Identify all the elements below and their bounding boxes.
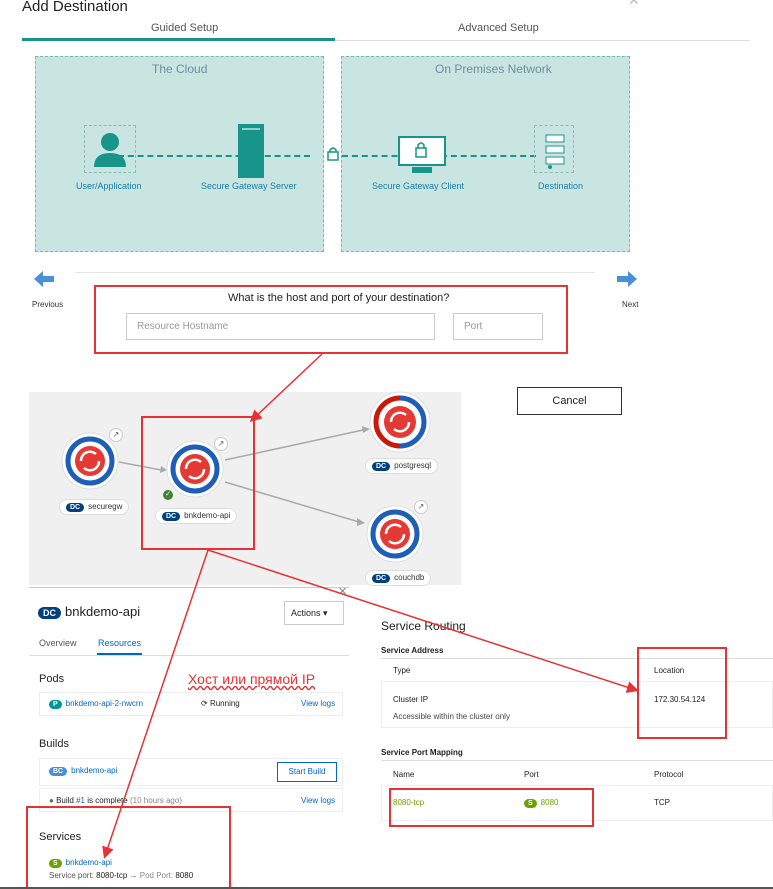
build-status-text: is complete [87,796,128,805]
actions-label: Actions [291,608,321,618]
external-link-icon[interactable]: ↗ [414,500,428,514]
sync-icon: ⟳ [201,699,208,708]
lock-icon [327,147,339,161]
cancel-button[interactable]: Cancel [517,387,622,415]
type-col-header: Type [393,666,411,675]
tab-guided-setup[interactable]: Guided Setup [151,22,218,34]
openshift-node-icon[interactable] [366,505,424,563]
tab-advanced-setup[interactable]: Advanced Setup [458,22,539,34]
name-col-header: Name [393,770,415,779]
topology-node-securegw[interactable]: DC securegw [59,499,130,515]
builds-header: Builds [39,738,69,750]
port-col-header: Port [524,770,539,779]
node-label-user: User/Application [76,181,142,191]
node-name: securegw [88,502,123,511]
next-arrow-icon[interactable] [616,270,638,288]
onprem-zone [341,56,630,252]
cluster-ip-type: Cluster IP [393,695,429,704]
highlight-box-services [26,806,231,889]
build-view-logs[interactable]: View logs [301,796,335,805]
node-label-client: Secure Gateway Client [372,181,465,191]
protocol-value: TCP [654,798,670,807]
check-circle-icon: ● [49,796,54,805]
onprem-zone-label: On Premises Network [435,62,552,76]
pods-header: Pods [39,673,65,685]
external-link-icon[interactable]: ↗ [109,428,123,442]
actions-dropdown[interactable]: Actions ▾ [284,601,344,625]
previous-label[interactable]: Previous [32,300,63,309]
close-icon[interactable]: ✕ [628,0,640,9]
divider [381,760,773,761]
previous-arrow-icon[interactable] [33,270,55,288]
dc-badge: DC [66,503,85,512]
service-routing-title: Service Routing [381,619,466,633]
pod-name: bnkdemo-api-2-nwcrn [65,699,144,708]
build-status-time: (10 hours ago) [129,796,182,805]
pod-view-logs[interactable]: View logs [301,699,335,708]
cluster-ip-desc: Accessible within the cluster only [393,712,510,721]
node-name: postgresql [394,461,432,470]
dc-badge: DC [372,574,391,583]
build-number-link[interactable]: #1 [76,796,85,805]
tab-resources[interactable]: Resources [98,638,141,648]
cloud-zone [35,56,324,252]
dc-badge: DC [372,462,391,471]
tab-divider [29,655,349,656]
annotation-host-ip: Хост или прямой IP [188,671,316,687]
cloud-zone-label: The Cloud [152,62,208,76]
database-icon [545,134,565,169]
highlight-box-location [637,647,727,739]
build-status-prefix: Build [56,796,74,805]
openshift-node-icon[interactable] [61,432,119,490]
highlight-box-node [141,416,255,550]
active-tab-indicator [22,38,335,41]
bc-badge: BC [49,767,68,776]
user-icon [94,133,126,167]
node-label-destination: Destination [538,181,584,191]
protocol-col-header: Protocol [654,770,684,779]
dc-badge: DC [38,607,61,619]
next-label[interactable]: Next [622,300,638,309]
topology-node-postgresql[interactable]: DC postgresql [365,458,439,474]
openshift-node-icon[interactable] [369,391,431,453]
start-build-button[interactable]: Start Build [277,762,337,782]
build-status: ● Build #1 is complete (10 hours ago) [49,796,182,805]
topology-node-couchdb[interactable]: DC couchdb [365,570,432,586]
connection-line-left [118,155,310,157]
monitor-lock-icon [398,136,446,173]
server-icon [238,124,264,178]
divider [75,272,595,273]
highlight-box-port-mapping [389,788,594,827]
panel-title: DC bnkdemo-api [38,604,140,619]
node-name: couchdb [394,573,425,582]
pod-link[interactable]: Pbnkdemo-api-2-nwcrn [49,699,143,709]
panel-top-border [29,587,349,588]
caret-down-icon: ▾ [323,608,328,618]
port-input[interactable]: Port [453,313,543,340]
build-config-link[interactable]: BC bnkdemo-api [49,766,117,776]
host-port-question: What is the host and port of your destin… [228,292,450,304]
build-config-name: bnkdemo-api [71,766,118,775]
service-address-header: Service Address [381,646,444,655]
node-label-server: Secure Gateway Server [201,181,297,191]
tab-overview[interactable]: Overview [39,638,77,648]
pod-badge: P [49,700,62,709]
pod-status-text: Running [209,699,240,708]
resource-hostname-input[interactable]: Resource Hostname [126,313,435,340]
panel-title-text: bnkdemo-api [65,604,141,619]
dialog-title: Add Destination [22,0,128,15]
port-mapping-header: Service Port Mapping [381,748,463,757]
pod-status: ⟳ Running [201,699,240,708]
tab-divider [335,40,750,41]
